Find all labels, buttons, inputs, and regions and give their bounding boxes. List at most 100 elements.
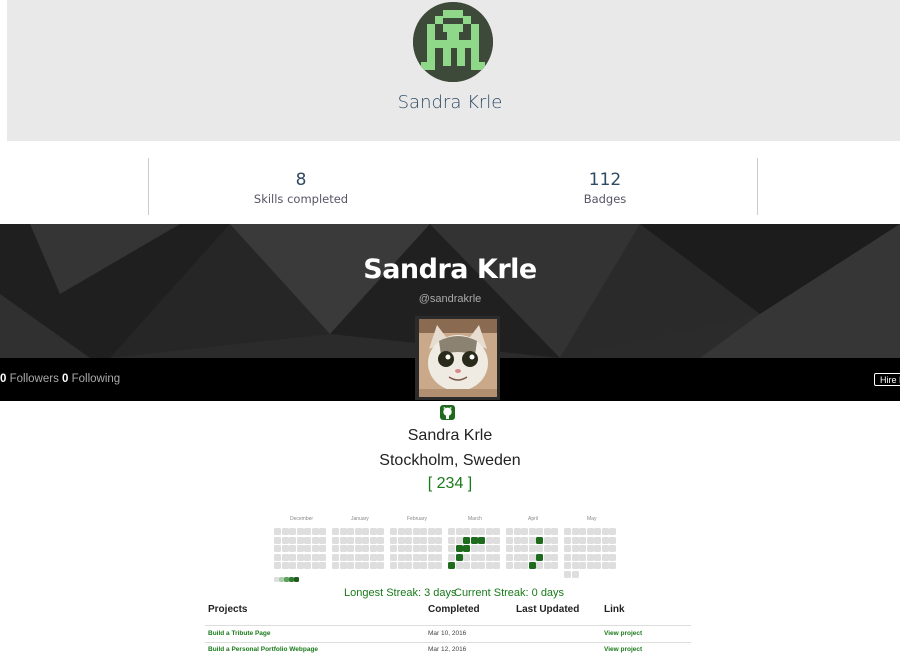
heatmap-day-cell [455,545,463,552]
heatmap-day-cell [463,562,470,569]
heatmap-day-cell [564,562,571,569]
heatmap-day-cell [601,528,609,535]
heatmap-day-cell [594,562,601,569]
badges-count: 112 [588,170,622,190]
heatmap-day-cell [397,562,405,569]
heatmap-day-cell [412,545,420,552]
heatmap-day-cell [463,528,470,535]
heatmap-day-cell [463,545,470,552]
divider [148,158,149,215]
heatmap-day-cell [435,553,442,561]
heatmap-day-cell [281,553,289,561]
heatmap-day-cell [332,553,339,561]
avatar[interactable] [413,2,493,82]
legend-swatch [294,577,299,582]
profile-photo[interactable] [419,319,497,397]
heatmap-day-cell [463,536,470,544]
heatmap-day-cell [470,536,478,544]
heatmap-day-cell [412,536,420,544]
heatmap-day-cell [369,528,377,535]
heatmap-day-cell [528,562,536,569]
heatmap-day-cell [506,528,513,535]
heatmap-day-cell [470,545,478,552]
heatmap-day-cell [448,562,455,569]
project-completed-date: Mar 10, 2016 [428,630,467,637]
heatmap-day-cell [347,528,354,535]
heatmap-day-cell [332,536,339,544]
longest-streak: Longest Streak: 3 days [344,587,457,599]
following-link[interactable]: 0 Following [62,373,120,385]
badges-label: Badges [583,192,627,206]
heatmap-day-cell [412,562,420,569]
heatmap-day-cell [405,545,412,552]
col-header-completed: Completed [428,604,480,615]
heatmap-day-cell [455,536,463,544]
heatmap-day-cell [448,528,455,535]
heatmap-day-cell [405,536,412,544]
profile-fullname: Sandra Krle [407,427,493,444]
heatmap-day-cell [448,536,455,544]
heatmap-day-cell [412,553,420,561]
heatmap-day-cell [478,536,485,544]
heatmap-day-cell [564,536,571,544]
heatmap-day-cell [455,562,463,569]
heatmap-day-cell [435,536,442,544]
heatmap-day-cell [493,562,500,569]
project-name-link[interactable]: Build a Tribute Page [208,630,270,637]
heatmap-day-cell [405,528,412,535]
heatmap-day-cell [536,545,543,552]
view-project-link[interactable]: View project [604,630,642,637]
heatmap-day-cell [304,562,311,569]
username-handle: @sandrakrle [418,293,482,305]
heatmap-day-cell [586,553,594,561]
followers-count: 0 [0,373,7,385]
heatmap-day-cell [513,536,521,544]
heatmap-day-cell [369,553,377,561]
heatmap-day-cell [478,545,485,552]
following-label: Following [71,373,121,385]
heatmap-day-cell [332,562,339,569]
followers-link[interactable]: 0 Followers [0,373,59,385]
heatmap-day-cell [536,528,543,535]
heatmap-day-cell [319,553,326,561]
current-streak: Current Streak: 0 days [454,587,565,599]
heatmap-day-cell [405,562,412,569]
heatmap-day-cell [470,562,478,569]
heatmap-day-cell [448,553,455,561]
following-count: 0 [62,373,69,385]
heatmap-day-cell [311,562,319,569]
heatmap-day-cell [470,528,478,535]
heatmap-day-cell [551,562,558,569]
heatmap-day-cell [551,545,558,552]
heatmap-day-cell [274,545,281,552]
table-divider [205,642,691,643]
heatmap-day-cell [289,553,296,561]
heatmap-day-cell [528,545,536,552]
heatmap-day-cell [289,562,296,569]
heatmap-day-cell [493,528,500,535]
heatmap-day-cell [354,553,362,561]
heatmap-day-cell [579,528,586,535]
heatmap-day-cell [412,528,420,535]
hire-me-button[interactable]: Hire M [874,373,900,386]
heatmap-day-cell [493,545,500,552]
heatmap-day-cell [609,545,616,552]
heatmap-day-cell [435,528,442,535]
heatmap-day-cell [427,545,435,552]
heatmap-day-cell [274,528,281,535]
heatmap-day-cell [347,536,354,544]
heatmap-day-cell [513,528,521,535]
heatmap-day-cell [551,536,558,544]
heatmap-day-cell [296,562,304,569]
github-icon[interactable] [440,405,455,420]
heatmap-day-cell [281,545,289,552]
heatmap-day-cell [571,562,579,569]
heatmap-day-cell [521,562,528,569]
banner-title: Sandra Krle [363,254,537,285]
heatmap-day-cell [319,562,326,569]
heatmap-day-cell [397,528,405,535]
heatmap-day-cell [435,545,442,552]
heatmap-day-cell [601,562,609,569]
heatmap-day-cell [485,536,493,544]
heatmap-day-cell [506,545,513,552]
